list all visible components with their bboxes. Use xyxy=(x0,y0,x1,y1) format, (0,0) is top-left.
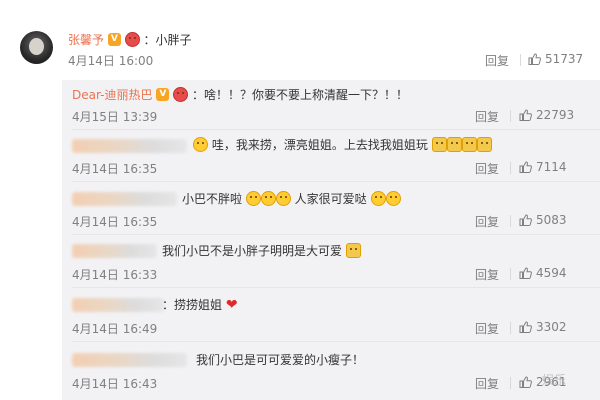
thumb-up-icon xyxy=(519,376,532,388)
reply-5-reply-button[interactable]: 回复 xyxy=(475,320,499,337)
cat-emoji-icon xyxy=(431,137,447,152)
divider xyxy=(72,234,600,235)
cat-emoji-icon xyxy=(345,243,361,258)
reply-3-text-b: 人家很可爱哒 xyxy=(294,192,367,206)
crown-icon xyxy=(173,87,189,102)
reply-2-time: 4月14日 16:35 xyxy=(72,162,158,176)
reply-4-text: 我们小巴不是小胖子明明是大可爱 xyxy=(162,244,343,258)
top-comment-user[interactable]: 张馨予 xyxy=(68,33,104,47)
thumb-up-icon xyxy=(519,267,532,279)
reply-6-reply-button[interactable]: 回复 xyxy=(475,375,499,392)
top-comment-reply-button[interactable]: 回复 xyxy=(485,52,509,69)
divider xyxy=(510,162,511,174)
reply-2-text: 哇，我来捞，漂亮姐姐。上去找我姐姐玩 xyxy=(211,138,428,152)
divider xyxy=(510,110,511,122)
reply-5-time: 4月14日 16:49 xyxy=(72,322,158,336)
reply-2-reply-button[interactable]: 回复 xyxy=(475,160,499,177)
cat-emoji-icon xyxy=(446,137,462,152)
reply-3-line: 小巴不胖啦 人家很可爱哒 xyxy=(182,190,401,207)
heart-icon xyxy=(226,298,240,311)
reply-5-line: ：捞捞姐姐 xyxy=(162,296,240,313)
reply-3-like-button[interactable]: 5083 xyxy=(519,213,567,227)
cat-emoji-icon xyxy=(461,137,477,152)
divider xyxy=(72,341,600,342)
reply-1-like-count: 22793 xyxy=(536,108,575,122)
divider xyxy=(510,215,511,227)
reply-4-time: 4月14日 16:33 xyxy=(72,268,158,282)
cat-emoji-icon xyxy=(476,137,492,152)
thumb-up-icon xyxy=(519,109,532,121)
reply-6-time: 4月14日 16:43 xyxy=(72,377,158,391)
reply-6-text: 我们小巴是可可爱爱的小瘦子！ xyxy=(196,353,365,367)
reply-4-like-count: 4594 xyxy=(536,266,567,280)
reply-4-line: 我们小巴不是小胖子明明是大可爱 xyxy=(162,242,361,259)
reply-1-like-button[interactable]: 22793 xyxy=(519,108,574,122)
emoji-icon xyxy=(245,191,261,206)
avatar[interactable] xyxy=(20,31,53,64)
watermark: 娱乐 xyxy=(541,373,566,387)
reply-3-time: 4月14日 16:35 xyxy=(72,215,158,229)
reply-1-line: Dear-迪丽热巴 V ：啥！！？你要不要上称清醒一下？！！ xyxy=(72,86,408,103)
emoji-icon xyxy=(275,191,291,206)
blurred-username xyxy=(72,353,187,367)
thumb-up-icon xyxy=(519,161,532,173)
reply-3-like-count: 5083 xyxy=(536,213,567,227)
verified-badge-icon: V xyxy=(107,33,121,46)
emoji-icon xyxy=(385,191,401,206)
thumb-up-icon xyxy=(519,214,532,226)
reply-4-reply-button[interactable]: 回复 xyxy=(475,266,499,283)
blurred-username xyxy=(72,298,164,312)
reply-2-like-button[interactable]: 7114 xyxy=(519,160,567,174)
reply-1-reply-button[interactable]: 回复 xyxy=(475,108,499,125)
top-comment-time: 4月14日 16:00 xyxy=(68,54,154,68)
divider xyxy=(72,287,600,288)
reply-3-text-a: 小巴不胖啦 xyxy=(182,192,243,206)
emoji-icon xyxy=(370,191,386,206)
top-comment-like-count: 51737 xyxy=(545,52,584,66)
divider xyxy=(510,377,511,389)
thumb-up-icon xyxy=(528,53,541,65)
reply-5-like-count: 3302 xyxy=(536,320,567,334)
reply-1-time: 4月15日 13:39 xyxy=(72,110,158,124)
emoji-icon xyxy=(260,191,276,206)
crown-icon xyxy=(124,32,140,47)
top-comment-line: 张馨予 V ：小胖子 xyxy=(68,31,192,48)
reply-5-like-button[interactable]: 3302 xyxy=(519,320,567,334)
surprised-emoji-icon xyxy=(193,137,208,152)
reply-2-line: 哇，我来捞，漂亮姐姐。上去找我姐姐玩 xyxy=(193,136,492,153)
reply-5-text: ：捞捞姐姐 xyxy=(162,298,223,312)
reply-6-line: 我们小巴是可可爱爱的小瘦子！ xyxy=(196,351,364,368)
blurred-username xyxy=(72,139,187,153)
reply-3-reply-button[interactable]: 回复 xyxy=(475,213,499,230)
reply-1-user[interactable]: Dear-迪丽热巴 xyxy=(72,88,152,102)
top-comment-like-button[interactable]: 51737 xyxy=(528,52,583,66)
divider xyxy=(510,322,511,334)
comment-thread: 张馨予 V ：小胖子 4月14日 16:00 回复 51737 Dear-迪丽热… xyxy=(0,0,600,400)
divider xyxy=(510,268,511,280)
reply-4-like-button[interactable]: 4594 xyxy=(519,266,567,280)
reply-2-like-count: 7114 xyxy=(536,160,567,174)
verified-badge-icon: V xyxy=(156,88,170,101)
divider xyxy=(520,54,521,66)
blurred-username xyxy=(72,244,157,258)
blurred-username xyxy=(72,192,177,206)
thumb-up-icon xyxy=(519,321,532,333)
reply-1-text: ：啥！！？你要不要上称清醒一下？！！ xyxy=(191,88,408,102)
divider xyxy=(72,181,600,182)
divider xyxy=(72,129,600,130)
top-comment-text: ：小胖子 xyxy=(143,33,192,47)
